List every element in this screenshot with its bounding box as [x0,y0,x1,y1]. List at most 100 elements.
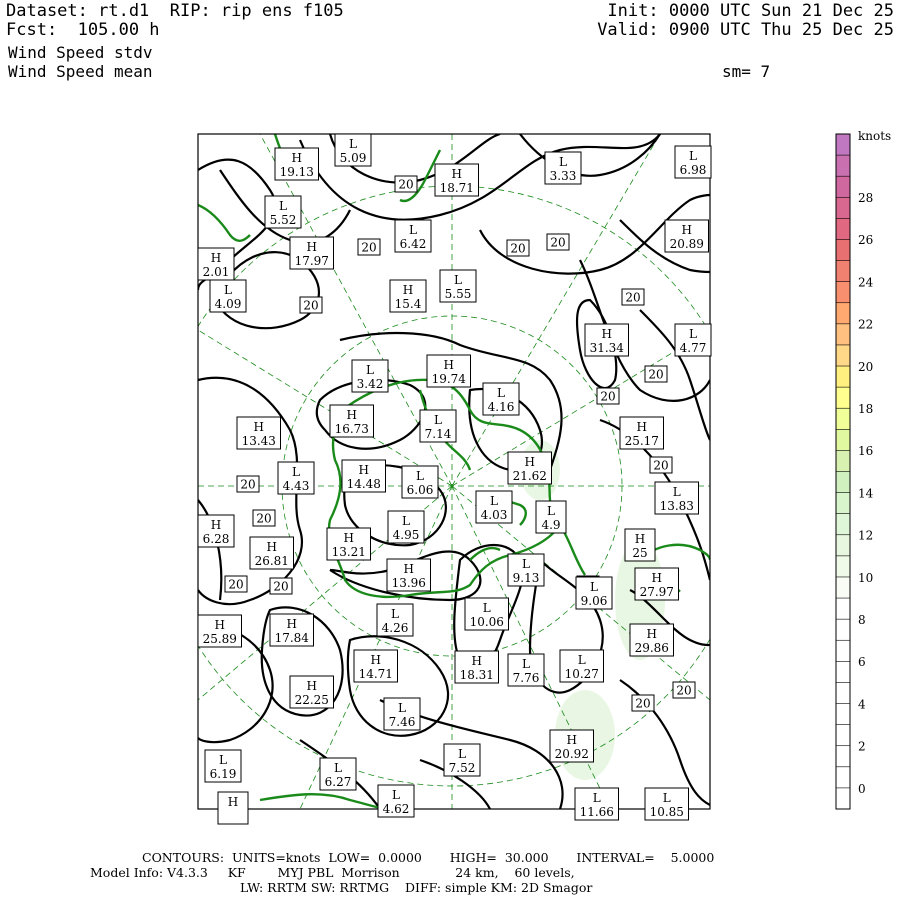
hl-letter: H [211,518,221,532]
hl-value: 7.76 [513,671,540,685]
hl-value: 14.48 [347,477,381,491]
hl-letter: L [279,199,287,213]
hl-label-high: H22.25 [289,675,334,709]
hl-value: 11.66 [580,805,614,819]
hl-label-high: H14.71 [353,649,398,683]
hl-label-high: H26.81 [249,536,294,570]
hl-label-high: H15.4 [389,279,427,313]
svg-text:20: 20 [550,236,565,250]
color-bar-cell [836,619,850,641]
hl-letter: H [371,653,381,667]
hl-value: 4.95 [393,528,420,542]
svg-text:20: 20 [635,697,650,711]
hl-label-low: L11.66 [574,787,619,821]
hl-label-low: L4.43 [277,461,315,495]
footer-model-info: Model Info: V4.3.3 KF MYJ PBL Morrison 2… [90,865,575,880]
hl-value: 13.21 [332,545,366,559]
hl-label-high: H16.73 [329,404,374,438]
svg-text:20: 20 [653,459,668,473]
contour-label: 20 [269,577,293,595]
color-bar-tick-label: 10 [858,571,873,585]
svg-text:20: 20 [510,242,525,256]
color-bar-cell [836,682,850,705]
hl-value: 7.52 [449,761,476,775]
hl-letter: H [602,327,612,341]
hl-label-low: L4.95 [387,510,425,544]
contour-label: 20 [644,365,668,383]
color-bar-cell [836,197,850,219]
color-bar-cell [836,218,850,240]
hl-value: 17.84 [275,631,310,645]
hl-label-high: H2.01 [197,247,235,281]
svg-text:20: 20 [361,241,376,255]
color-bar-tick-label: 16 [858,444,873,458]
hl-letter: H [637,420,647,434]
hl-label-high: H25.89 [197,614,242,648]
color-bar-cell [836,724,850,747]
hl-value: 4.16 [488,400,515,414]
hl-label-high: H19.74 [426,354,471,388]
hl-label-high: H18.71 [434,163,479,197]
color-bar-cell [836,598,850,620]
hl-letter: H [307,240,317,254]
hl-letter: L [398,701,406,715]
hl-letter: L [689,327,697,341]
hl-label-low: L6.98 [674,145,712,179]
hl-value: 6.06 [407,483,434,497]
hl-value: 22.25 [295,693,329,707]
color-bar-cell [836,450,850,472]
hl-label-high: H13.21 [326,527,371,561]
hl-label-low: L4.62 [377,784,415,818]
contour-label: 20 [236,475,260,493]
hl-value: 9.13 [513,571,540,585]
hl-label-high: H29.86 [629,623,674,657]
hl-letter: L [416,469,424,483]
hl-value: 6.42 [400,237,427,251]
hl-letter: L [490,494,498,508]
color-bar-cell [836,239,850,262]
hl-label-low: L9.13 [507,553,545,587]
hl-letter: L [522,657,530,671]
hl-value: 4.43 [283,479,310,493]
hl-letter: L [349,137,357,151]
hl-label-high: H13.43 [236,416,281,450]
hl-value: 21.62 [513,469,547,483]
hl-value: 25.17 [625,434,659,448]
color-bar-cell [836,408,850,430]
hl-label-low: L4.03 [475,490,513,524]
hl-letter: H [267,540,277,554]
hl-letter: L [522,557,530,571]
hl-label-high: H17.97 [289,236,334,270]
hl-value: 6.19 [210,767,237,781]
color-bar-cell [836,555,850,578]
hl-label-low: L6.27 [319,757,357,791]
contour-label: 20 [672,681,696,699]
hl-value: 6.98 [680,163,707,177]
hl-value: 5.52 [270,213,297,227]
hl-label-low: L5.55 [439,269,477,303]
hl-letter: H [254,420,264,434]
hl-label-low: L5.52 [264,195,302,229]
color-bar-cell [836,260,850,283]
hl-value: 6.28 [203,532,230,546]
hl-value: 5.09 [340,151,367,165]
hl-letter: H [652,571,662,585]
contour-label: 20 [299,296,323,314]
hl-label-low: L9.06 [575,576,613,610]
hl-value: 15.4 [395,297,422,311]
hl-label-low: L7.14 [419,409,457,443]
hl-label-high: H31.34 [584,323,629,357]
hl-letter: H [359,463,369,477]
hl-letter: L [497,386,505,400]
hl-letter: H [647,627,657,641]
color-bar-tick-label: 12 [858,529,873,543]
hl-label-high: H25 [624,528,656,562]
hl-label-low: L7.52 [443,743,481,777]
hl-letter: L [224,283,232,297]
hl-label-high: H [217,791,249,825]
hl-value: 20.92 [555,747,589,761]
contour-label: 20 [631,694,655,712]
hl-label-low: L10.85 [644,787,689,821]
hl-letter: L [590,580,598,594]
contour-label: 20 [649,456,673,474]
